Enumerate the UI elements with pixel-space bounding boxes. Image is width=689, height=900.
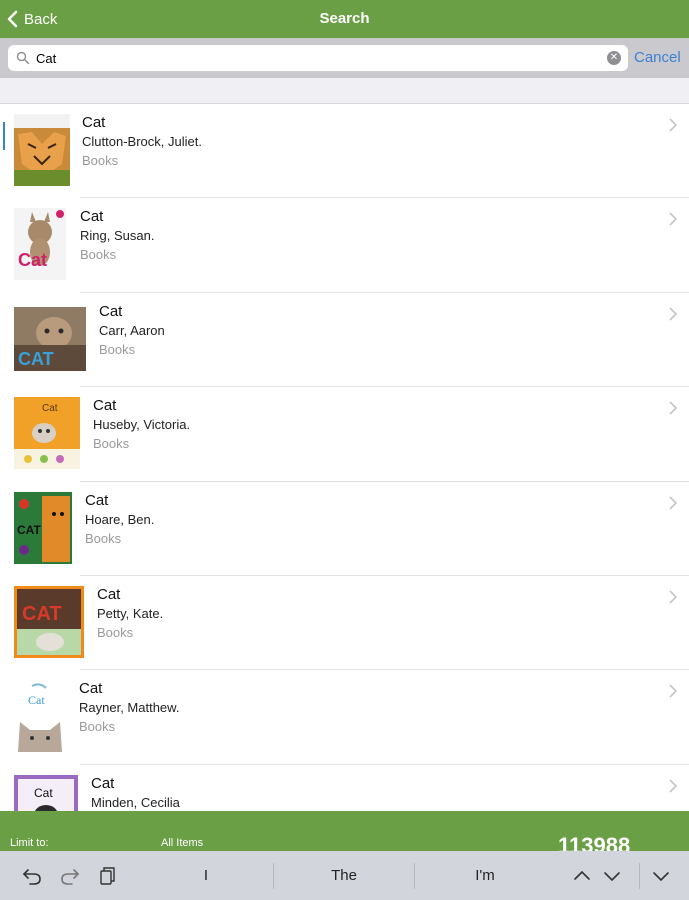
list-item[interactable]: Cat Cat Minden, Cecilia	[0, 764, 689, 811]
result-author: Ring, Susan.	[80, 228, 155, 244]
list-item[interactable]: CAT Cat Petty, Kate. Books	[0, 575, 689, 671]
chevron-right-icon	[669, 779, 677, 793]
list-item[interactable]: Cat Cat Rayner, Matthew. Books	[0, 670, 689, 766]
limit-filter-button[interactable]: All Items	[161, 837, 203, 849]
list-item[interactable]: Cat Cat Ring, Susan. Books	[0, 198, 689, 294]
search-field[interactable]: ✕	[8, 45, 628, 71]
chevron-up-icon[interactable]	[572, 866, 592, 886]
book-cover-image	[14, 114, 70, 186]
book-cover-image: Cat	[14, 397, 80, 470]
svg-text:Cat: Cat	[28, 693, 45, 707]
redo-icon[interactable]	[60, 866, 80, 886]
result-title: Cat	[80, 208, 104, 226]
limit-label: Limit to:	[10, 837, 49, 849]
chevron-right-icon	[669, 401, 677, 415]
result-title: Cat	[97, 585, 121, 603]
results-list: Cat Clutton-Brock, Juliet. Books Cat Cat…	[0, 104, 689, 811]
section-header	[0, 78, 689, 104]
result-type: Books	[80, 247, 117, 263]
list-item[interactable]: Cat Clutton-Brock, Juliet. Books	[0, 104, 689, 199]
result-author: Clutton-Brock, Juliet.	[82, 134, 202, 149]
svg-text:CAT: CAT	[17, 523, 41, 537]
book-cover-image: Cat	[14, 680, 66, 753]
chevron-right-icon	[669, 118, 677, 132]
svg-text:Cat: Cat	[34, 786, 53, 800]
list-item[interactable]: CAT Cat Carr, Aaron Books	[0, 292, 689, 388]
book-cover-image: CAT	[14, 585, 84, 658]
suggestion-item[interactable]: I	[140, 851, 272, 900]
chevron-right-icon	[669, 590, 677, 604]
limit-bar: Limit to: All Items 113988	[0, 811, 689, 851]
search-bar: ✕ Cancel	[0, 38, 689, 78]
result-type: Books	[82, 153, 119, 168]
result-count: 113988	[558, 833, 631, 851]
result-type: Books	[79, 719, 116, 735]
svg-text:CAT: CAT	[18, 349, 54, 369]
list-item[interactable]: CAT Cat Hoare, Ben. Books	[0, 481, 689, 577]
suggestion-item[interactable]: I'm	[415, 851, 555, 900]
suggestion-item[interactable]: The	[274, 851, 414, 900]
undo-icon[interactable]	[22, 866, 42, 886]
result-title: Cat	[99, 302, 123, 320]
result-author: Rayner, Matthew.	[79, 700, 180, 716]
result-author: Minden, Cecilia	[91, 794, 180, 810]
book-cover-image: CAT	[14, 491, 72, 564]
svg-text:CAT: CAT	[22, 603, 62, 625]
page-title: Search	[319, 10, 370, 27]
search-icon	[16, 51, 30, 65]
result-type: Books	[93, 436, 130, 452]
nav-bar: Back Search	[0, 0, 689, 38]
chevron-right-icon	[669, 684, 677, 698]
selection-indicator	[3, 122, 5, 150]
chevron-down-icon[interactable]	[602, 866, 622, 886]
result-author: Huseby, Victoria.	[93, 417, 191, 433]
keyboard-suggestion-bar: I The I'm	[0, 851, 689, 900]
result-type: Books	[85, 530, 122, 546]
result-type: Books	[97, 624, 134, 640]
result-title: Cat	[82, 114, 106, 131]
paste-icon[interactable]	[97, 866, 117, 886]
book-cover-image: Cat	[14, 774, 78, 811]
book-cover-image: CAT	[14, 306, 86, 371]
result-title: Cat	[91, 774, 115, 792]
chevron-right-icon	[669, 307, 677, 321]
hide-keyboard-icon[interactable]	[651, 866, 671, 886]
result-type: Books	[99, 341, 136, 357]
list-item[interactable]: Cat Cat Huseby, Victoria. Books	[0, 387, 689, 482]
search-input[interactable]	[36, 50, 596, 66]
result-author: Petty, Kate.	[97, 605, 164, 621]
result-author: Carr, Aaron	[99, 322, 165, 338]
result-title: Cat	[85, 491, 109, 509]
clear-search-icon[interactable]: ✕	[607, 51, 621, 65]
suggestion-divider	[639, 863, 640, 889]
result-author: Hoare, Ben.	[85, 511, 155, 527]
book-cover-image: Cat	[14, 208, 66, 281]
chevron-right-icon	[669, 495, 677, 510]
svg-text:Cat: Cat	[18, 250, 47, 270]
cancel-button[interactable]: Cancel	[634, 38, 681, 78]
chevron-right-icon	[669, 212, 677, 226]
result-title: Cat	[93, 397, 117, 415]
result-title: Cat	[79, 680, 103, 698]
svg-text:Cat: Cat	[42, 403, 58, 414]
